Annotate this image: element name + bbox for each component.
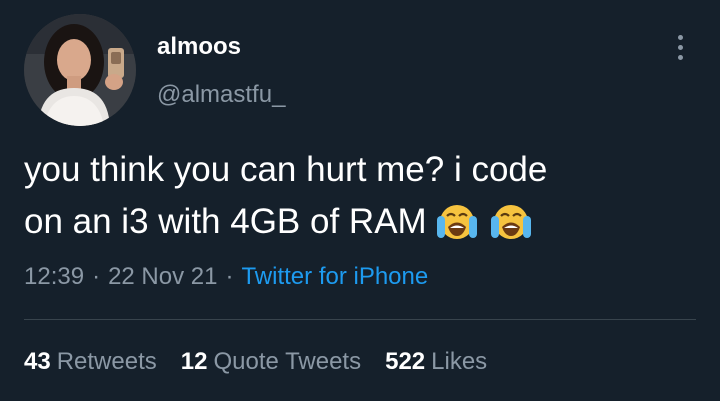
likes-stat[interactable]: 522 Likes	[385, 348, 487, 376]
tweet-source-link[interactable]: Twitter for iPhone	[241, 263, 428, 290]
retweets-count: 43	[24, 348, 51, 375]
likes-count: 522	[385, 348, 426, 375]
quote-tweets-stat[interactable]: 12 Quote Tweets	[181, 348, 361, 376]
quote-tweets-count: 12	[180, 348, 208, 375]
tweet-date[interactable]: 22 Nov 21	[108, 263, 217, 290]
meta-separator: ·	[225, 263, 234, 290]
tweet-text: you think you can hurt me? i code on an …	[24, 144, 704, 255]
tweet-meta: 12:39 · 22 Nov 21 · Twitter for iPhone	[24, 263, 428, 291]
author-name[interactable]: almoos	[157, 33, 241, 61]
loudly-crying-face-icon	[487, 200, 535, 255]
quote-tweets-label: Quote Tweets	[213, 348, 362, 375]
meta-separator: ·	[92, 263, 101, 290]
author-handle[interactable]: @almastfu_	[157, 81, 285, 109]
tweet-text-line-1: you think you can hurt me? i code	[24, 150, 548, 189]
more-options-icon[interactable]	[670, 32, 692, 64]
retweets-label: Retweets	[56, 348, 157, 375]
retweets-stat[interactable]: 43 Retweets	[24, 348, 157, 376]
avatar[interactable]	[24, 14, 136, 126]
loudly-crying-face-icon	[433, 200, 481, 255]
tweet-card: almoos @almastfu_ you think you can hurt…	[0, 0, 720, 401]
tweet-text-line-2-text: on an i3 with 4GB of RAM	[24, 202, 427, 241]
likes-label: Likes	[431, 348, 488, 375]
tweet-stats: 43 Retweets 12 Quote Tweets 522 Likes	[24, 348, 511, 376]
tweet-time[interactable]: 12:39	[24, 263, 84, 290]
divider	[24, 319, 696, 320]
tweet-text-line-2: on an i3 with 4GB of RAM	[24, 196, 704, 255]
